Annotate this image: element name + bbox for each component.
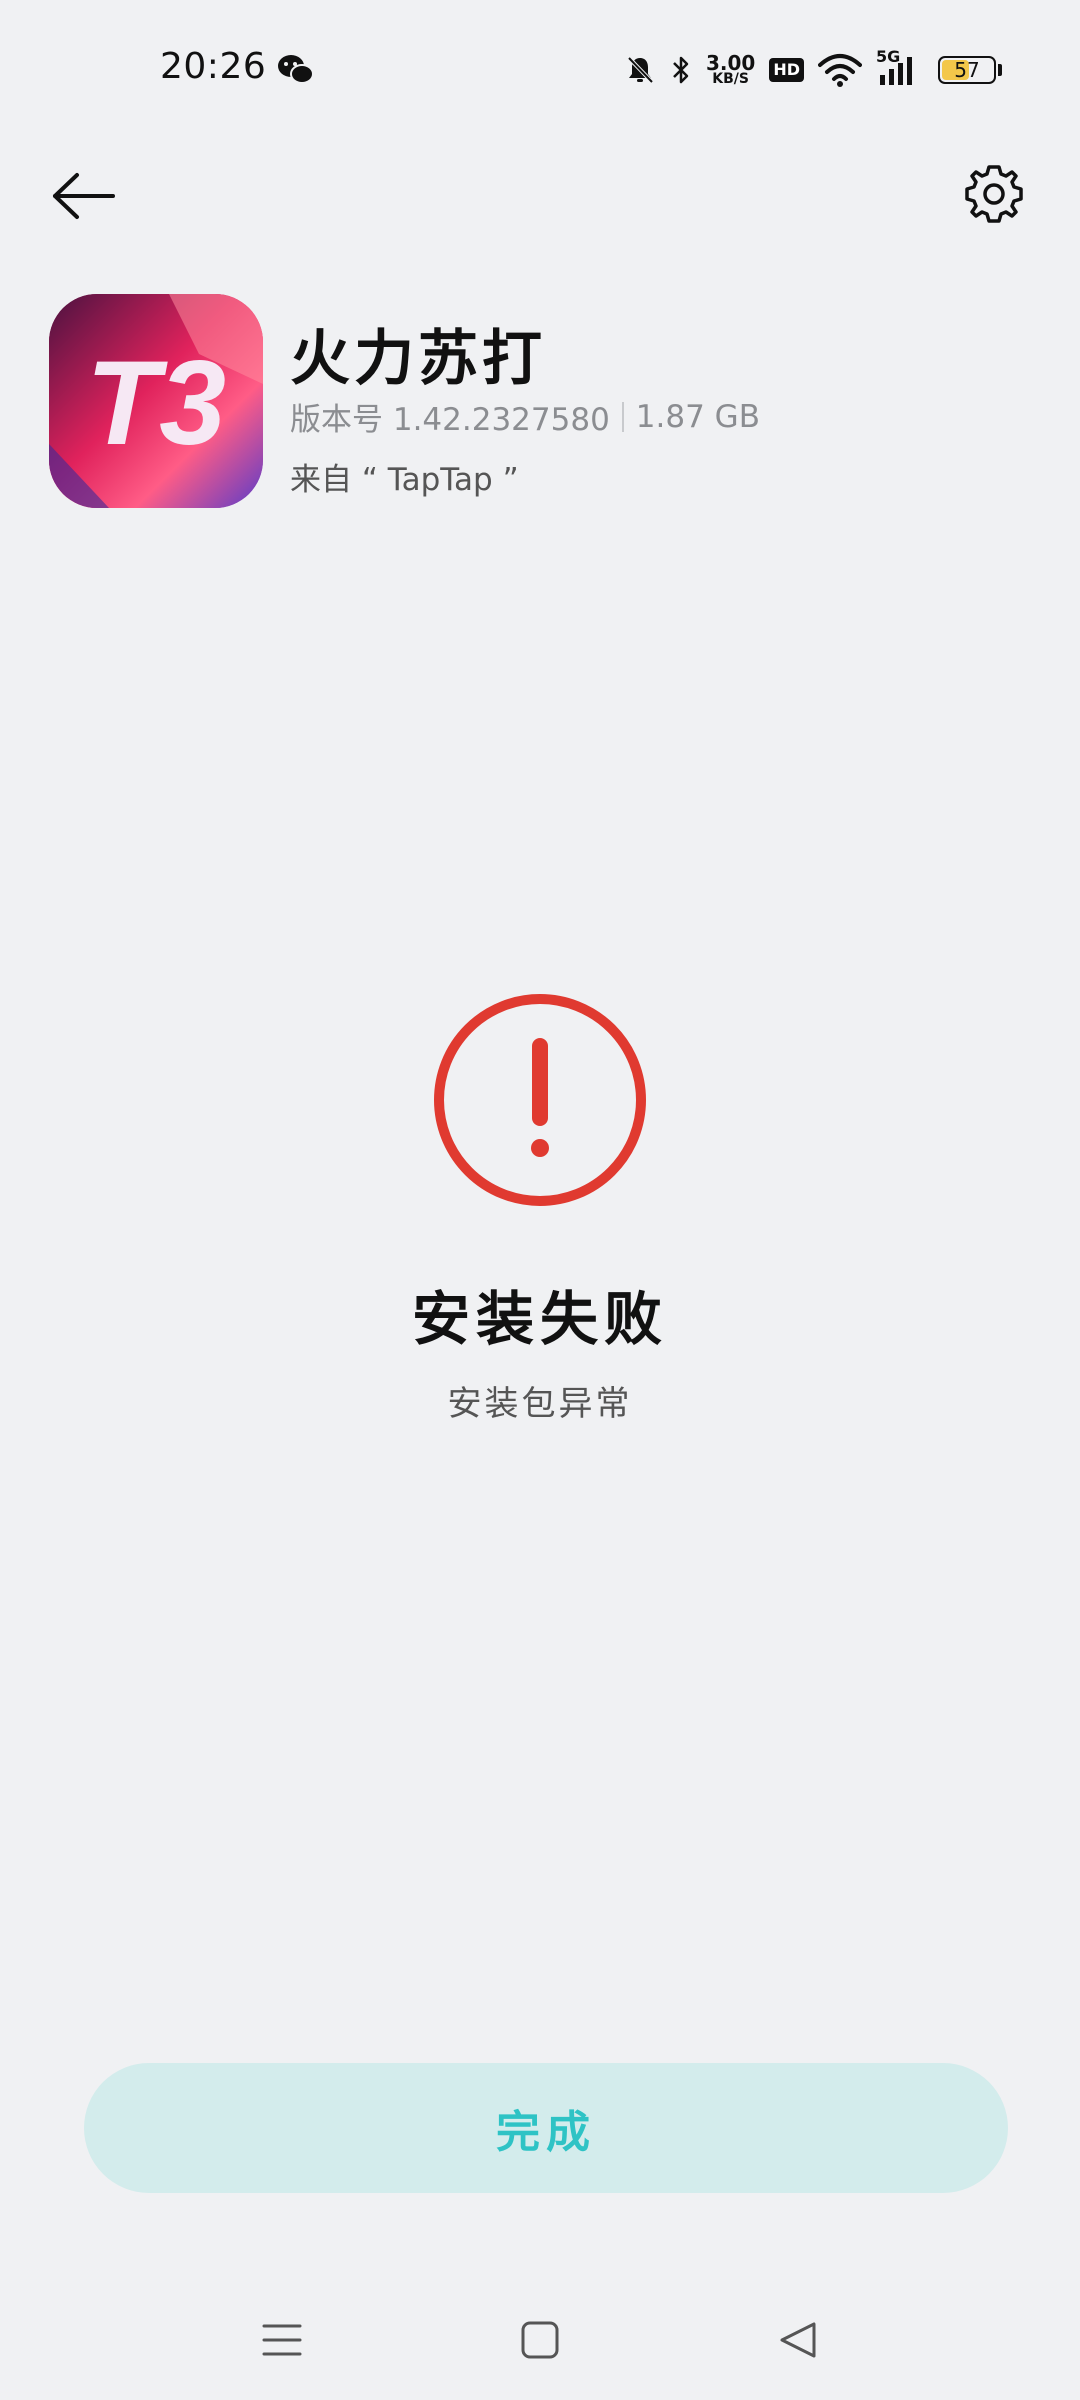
- result-title: 安装失败: [411, 1285, 668, 1353]
- app-name: 火力苏打: [290, 324, 546, 394]
- recent-apps-button[interactable]: [252, 2310, 312, 2370]
- settings-button[interactable]: [954, 154, 1034, 234]
- signal-type-label: 5G: [876, 47, 901, 66]
- done-button[interactable]: 完成: [84, 2063, 1008, 2193]
- home-button[interactable]: [510, 2310, 570, 2370]
- navigation-bar: [0, 2290, 1080, 2380]
- app-source: 来自 “ TapTap ”: [290, 462, 519, 498]
- status-icons: 3.00 KB/S HD 5G 57: [624, 46, 1002, 94]
- bluetooth-icon: [670, 54, 692, 86]
- battery-indicator: 57: [938, 56, 1002, 84]
- nav-back-button[interactable]: [768, 2310, 828, 2370]
- app-version: 版本号 1.42.2327580: [290, 402, 610, 438]
- exclamation-circle-icon: [434, 994, 646, 1206]
- app-version-info: 版本号 1.42.2327580 1.87 GB: [290, 394, 760, 439]
- mute-bell-icon: [624, 54, 656, 86]
- result-reason: 安装包异常: [447, 1384, 633, 1424]
- wechat-icon: [278, 55, 314, 84]
- app-size: 1.87 GB: [635, 398, 760, 435]
- arrow-left-icon: [53, 173, 115, 219]
- hd-badge: HD: [769, 58, 804, 82]
- network-speed: 3.00 KB/S: [705, 51, 756, 87]
- network-speed-unit: KB/S: [712, 71, 749, 87]
- menu-icon: [262, 2324, 302, 2356]
- home-square-icon: [521, 2321, 559, 2359]
- gear-icon: [965, 165, 1023, 223]
- battery-icon: 57: [938, 56, 996, 84]
- back-button[interactable]: [46, 158, 122, 234]
- app-icon: T3: [49, 294, 263, 508]
- battery-level: 57: [954, 58, 980, 82]
- cellular-signal-icon: 5G: [876, 47, 924, 87]
- network-speed-value: 3.00: [705, 51, 756, 75]
- status-time: 20:26: [160, 46, 267, 87]
- app-icon-text: T3: [86, 336, 226, 470]
- back-triangle-icon: [780, 2322, 816, 2358]
- wifi-icon: [818, 53, 862, 87]
- status-bar: 20:26 3.00 KB/S HD 5G 57: [0, 0, 1080, 140]
- divider: [621, 401, 624, 432]
- battery-tip: [998, 64, 1002, 76]
